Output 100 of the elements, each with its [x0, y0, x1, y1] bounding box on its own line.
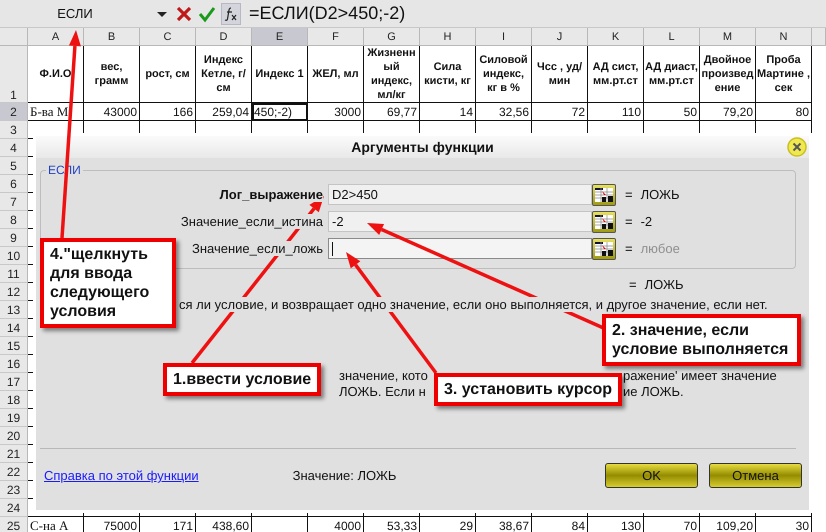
checkmark-icon[interactable] [198, 4, 216, 22]
column-header[interactable]: C [140, 28, 196, 46]
table-header-cell: Сила кисти, кг [420, 46, 476, 103]
row-header[interactable]: 3 [0, 121, 28, 139]
column-header[interactable]: G [364, 28, 420, 46]
name-box[interactable]: ЕСЛИ [0, 2, 150, 26]
column-header[interactable]: J [532, 28, 588, 46]
row-header[interactable]: 22 [0, 463, 28, 481]
row-header[interactable]: 4 [0, 139, 28, 157]
column-header[interactable]: E [252, 28, 308, 46]
callout: 4."щелкнуть для ввода следующего условия [40, 238, 176, 328]
argument-result: любое [640, 241, 680, 256]
row-header[interactable]: 18 [0, 391, 28, 409]
table-cell: 69,77 [364, 103, 420, 121]
formula-text[interactable]: =ЕСЛИ(D2>450;-2) [249, 3, 406, 24]
function-button[interactable] [221, 2, 241, 24]
row-header[interactable]: 6 [0, 175, 28, 193]
table-header-cell: АД сист, мм.рт.ст [588, 46, 644, 103]
dialog-title: Аргументы функции [351, 139, 494, 155]
argument-label: Значение_если_истина [180, 214, 323, 229]
table-header-cell: АД диаст, мм.рт.ст [644, 46, 700, 103]
column-header[interactable]: M [700, 28, 756, 46]
argument-help-text: значение, кото [339, 368, 428, 384]
column-header[interactable]: I [476, 28, 532, 46]
grid-icon [595, 214, 613, 228]
row-header[interactable]: 16 [0, 355, 28, 373]
help-link[interactable]: Справка по этой функции [44, 468, 199, 483]
function-description: ся ли условие, и возвращает одно значение, если оно выполняется, и другое значение, если нет. [179, 297, 768, 312]
collapse-button[interactable] [592, 210, 616, 232]
table-header-cell: вес, грамм [84, 46, 140, 103]
equals-sign: = [625, 187, 633, 202]
row-header[interactable]: 13 [0, 301, 28, 319]
column-header[interactable]: A [28, 28, 84, 46]
callout: 3. установить курсор [434, 373, 622, 406]
equals-sign: = [625, 214, 633, 229]
callout: 1.ввести условие [163, 363, 322, 396]
row-header[interactable]: 25 [0, 517, 28, 532]
formula-result: ЛОЖЬ [644, 277, 684, 293]
callout: 2. значение, если условие выполняется [602, 314, 801, 366]
row-header[interactable]: 14 [0, 319, 28, 337]
input-field[interactable] [328, 238, 592, 259]
argument-result: ЛОЖЬ [640, 187, 680, 202]
column-header[interactable]: H [420, 28, 476, 46]
table-header-cell: Чсс , уд/мин [532, 46, 588, 103]
row-header[interactable]: 15 [0, 337, 28, 355]
table-header-cell: ЖЕЛ, мл [308, 46, 364, 103]
table-header-cell: Двойное произведение [700, 46, 756, 103]
row-header[interactable]: 1 [0, 46, 28, 103]
cancel-button[interactable]: Отмена [709, 463, 802, 488]
collapse-button[interactable] [592, 238, 616, 260]
column-header[interactable]: K [588, 28, 644, 46]
row-header[interactable]: 11 [0, 265, 28, 283]
grid-icon [595, 188, 613, 202]
row-header[interactable]: 12 [0, 283, 28, 301]
table-cell: 166 [140, 103, 196, 121]
table-cell: 259,04 [196, 103, 252, 121]
table-cell: С-на А [28, 517, 84, 532]
row-header[interactable]: 23 [0, 481, 28, 499]
row-header[interactable]: 2 [0, 103, 28, 121]
table-cell: 38,67 [476, 517, 532, 532]
input-field[interactable]: -2 [328, 211, 592, 232]
ok-button[interactable]: OK [605, 463, 698, 488]
row-header[interactable]: 9 [0, 229, 28, 247]
table-cell: 171 [140, 517, 196, 532]
argument-label: Лог_выражение [220, 187, 323, 202]
table-header-cell: Проба Мартине , сек [756, 46, 812, 103]
close-icon[interactable] [787, 137, 807, 157]
row-header[interactable]: 24 [0, 499, 28, 517]
table-cell: 3000 [308, 103, 364, 121]
column-header[interactable]: L [644, 28, 700, 46]
table-cell: 84 [532, 517, 588, 532]
input-field[interactable]: D2>450 [328, 184, 592, 205]
table-cell: 32,56 [476, 103, 532, 121]
row-header[interactable]: 19 [0, 409, 28, 427]
table-cell: 43000 [84, 103, 140, 121]
column-header[interactable]: B [84, 28, 140, 46]
table-cell: 75000 [84, 517, 140, 532]
row-header[interactable]: 10 [0, 247, 28, 265]
table-cell: 110 [588, 103, 644, 121]
column-header[interactable]: N [756, 28, 812, 46]
column-header[interactable]: F [308, 28, 364, 46]
table-header-cell: Индекс 1 [252, 46, 308, 103]
grid-icon [595, 242, 613, 256]
table-header-cell: Жизненный индекс, мл/кг [364, 46, 420, 103]
argument-help-text: ражение' имеет значение [623, 368, 777, 384]
table-header-cell: Силовой индекс, кг в % [476, 46, 532, 103]
table-header-cell: рост, см [140, 46, 196, 103]
table-cell: Б-ва М [28, 103, 84, 121]
row-header[interactable]: 21 [0, 445, 28, 463]
argument-help-text: ие ЛОЖЬ. [623, 384, 684, 400]
column-header[interactable]: D [196, 28, 252, 46]
row-header[interactable]: 7 [0, 193, 28, 211]
row-header[interactable]: 20 [0, 427, 28, 445]
row-header[interactable]: 17 [0, 373, 28, 391]
equals-sign: = [629, 277, 637, 293]
row-header[interactable]: 8 [0, 211, 28, 229]
row-header[interactable]: 5 [0, 157, 28, 175]
collapse-button[interactable] [592, 184, 616, 206]
cancel-icon[interactable] [175, 4, 193, 22]
table-cell: 72 [532, 103, 588, 121]
